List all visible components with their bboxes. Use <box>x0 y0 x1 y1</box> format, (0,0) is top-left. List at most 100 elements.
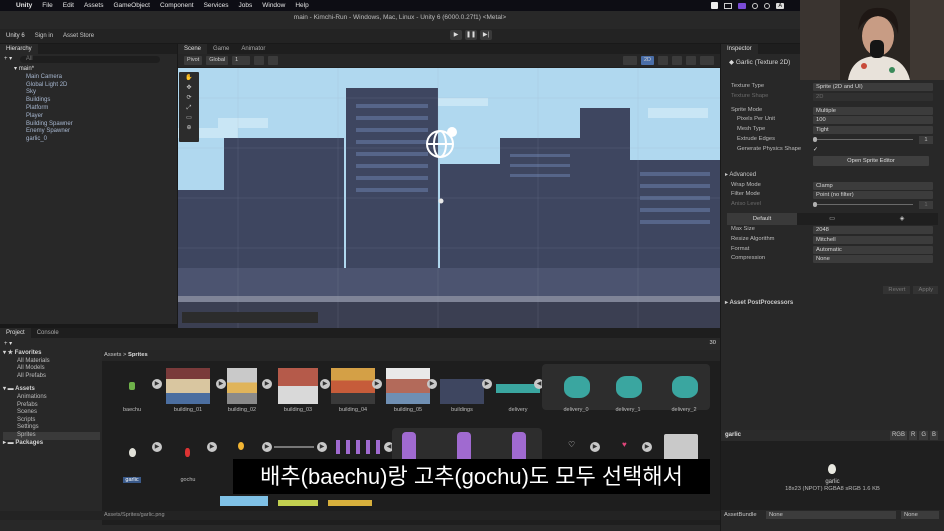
expand-arrow-icon[interactable]: ▶ <box>317 442 327 452</box>
audio-toggle[interactable] <box>672 56 682 65</box>
gizmos-toggle[interactable] <box>700 56 714 65</box>
menu-services[interactable]: Services <box>204 2 229 9</box>
asset-item[interactable]: delivery_2 <box>658 368 710 413</box>
postprocessors-foldout[interactable]: ▸ Asset PostProcessors <box>721 298 793 309</box>
rotate-tool-icon[interactable]: ⟳ <box>180 93 198 103</box>
rect-tool-icon[interactable]: ▭ <box>180 113 198 123</box>
hierarchy-item[interactable]: Main Camera <box>4 74 173 82</box>
menu-component[interactable]: Component <box>160 2 194 9</box>
account-button[interactable]: Unity 6 <box>6 33 25 39</box>
folder-item[interactable]: Scenes <box>3 409 100 417</box>
folder-item[interactable]: Settings <box>3 424 100 432</box>
favorite-item[interactable]: All Materials <box>3 358 100 366</box>
platform-thumb[interactable] <box>278 500 318 506</box>
assetbundle-dropdown[interactable]: None <box>766 511 896 519</box>
breadcrumb-assets[interactable]: Assets <box>104 352 121 358</box>
menu-edit[interactable]: Edit <box>63 2 74 9</box>
hierarchy-item[interactable]: Global Light 2D <box>4 82 173 90</box>
shading-mode[interactable] <box>622 56 637 65</box>
lighting-toggle[interactable] <box>658 56 668 65</box>
player-2-thumb[interactable] <box>512 432 526 460</box>
max-size-dropdown[interactable]: 2048 <box>813 225 933 234</box>
global-dropdown[interactable]: Global <box>206 56 229 65</box>
hierarchy-item[interactable]: Building Spawner <box>4 121 173 129</box>
menu-unity[interactable]: Unity <box>16 2 32 9</box>
ppu-input[interactable]: 100 <box>813 116 933 125</box>
folder-item-selected[interactable]: Sprites <box>3 431 100 440</box>
expand-arrow-icon[interactable]: ▶ <box>152 442 162 452</box>
hierarchy-search[interactable]: All <box>19 56 160 63</box>
platform-line-thumb[interactable] <box>274 446 314 448</box>
move-tool-icon[interactable]: ✥ <box>180 83 198 93</box>
tab-inspector[interactable]: Inspector <box>721 44 758 54</box>
channel-r[interactable]: R <box>908 431 918 440</box>
platform-standalone-icon[interactable]: ▭ <box>797 213 867 225</box>
folder-item[interactable]: Animations <box>3 394 100 402</box>
asset-item-selected[interactable]: garlic <box>106 438 158 483</box>
filter-mode-dropdown[interactable]: Point (no filter) <box>813 191 933 200</box>
menu-gameobject[interactable]: GameObject <box>113 2 150 9</box>
scene-viewport[interactable]: ✋ ✥ ⟳ ⤢ ▭ ⊕ <box>178 68 720 329</box>
play-button[interactable]: ▶ <box>450 30 462 40</box>
asset-store-button[interactable]: Asset Store <box>63 33 94 39</box>
fx-toggle[interactable] <box>686 56 696 65</box>
player-1-thumb[interactable] <box>457 432 471 460</box>
hierarchy-item[interactable]: Sky <box>4 89 173 97</box>
tab-animator[interactable]: Animator <box>235 44 271 54</box>
transform-tool-icon[interactable]: ⊕ <box>180 123 198 133</box>
logo-thumb[interactable] <box>328 500 372 506</box>
player-frames-thumb[interactable] <box>336 440 380 454</box>
extrude-value[interactable]: 1 <box>919 135 933 144</box>
sky-thumb[interactable] <box>220 496 268 506</box>
favorites-foldout[interactable]: ▾ ★ Favorites <box>3 350 100 358</box>
folder-item[interactable]: Scripts <box>3 417 100 425</box>
tab-game[interactable]: Game <box>207 44 235 54</box>
channel-g[interactable]: G <box>919 431 928 440</box>
texture-type-dropdown[interactable]: Sprite (2D and UI) <box>813 83 933 91</box>
tab-scene[interactable]: Scene <box>178 44 208 54</box>
expand-arrow-icon[interactable]: ▶ <box>372 379 382 389</box>
add-icon[interactable]: + ▾ <box>4 56 12 62</box>
platform-default-tab[interactable]: Default <box>727 212 797 225</box>
resize-dropdown[interactable]: Mitchell <box>813 235 933 244</box>
hierarchy-item[interactable]: garlic_0 <box>4 136 173 144</box>
asset-item[interactable]: building_03 <box>272 368 324 413</box>
expand-arrow-icon[interactable]: ▶ <box>642 442 652 452</box>
packages-foldout[interactable]: ▸ ▬ Packages <box>3 440 100 448</box>
expand-arrow-icon[interactable]: ▶ <box>590 442 600 452</box>
grid-snap-value[interactable]: 1 <box>232 56 251 65</box>
apply-button[interactable]: Apply <box>913 286 938 294</box>
create-icon[interactable]: + ▾ <box>4 341 12 347</box>
hierarchy-item[interactable]: Player <box>4 113 173 121</box>
asset-item[interactable]: building_02 <box>216 368 268 413</box>
asset-item[interactable]: baechu <box>106 368 158 413</box>
heart-thumb[interactable]: ♥ <box>622 440 627 449</box>
breadcrumb-sprites[interactable]: Sprites <box>128 352 148 358</box>
folder-thumb[interactable] <box>664 434 698 462</box>
record-icon[interactable] <box>711 2 719 9</box>
heart-outline-thumb[interactable]: ♡ <box>568 440 575 449</box>
expand-arrow-icon[interactable]: ▶ <box>482 379 492 389</box>
pause-button[interactable]: ❚❚ <box>465 30 477 40</box>
player-0-thumb[interactable] <box>402 432 416 460</box>
tab-console[interactable]: Console <box>31 328 65 338</box>
scale-tool-icon[interactable]: ⤢ <box>180 103 198 113</box>
expand-arrow-icon[interactable]: ▶ <box>152 379 162 389</box>
asset-item[interactable]: building_04 <box>327 368 379 413</box>
open-sprite-editor-button[interactable]: Open Sprite Editor <box>813 155 929 166</box>
hand-tool-icon[interactable]: ✋ <box>180 73 198 83</box>
asset-item[interactable]: building_05 <box>382 368 434 413</box>
menu-help[interactable]: Help <box>295 2 308 9</box>
assets-foldout[interactable]: ▾ ▬ Assets <box>3 386 100 394</box>
folder-item[interactable]: Prefabs <box>3 402 100 410</box>
menu-jobs[interactable]: Jobs <box>239 2 253 9</box>
platform-web-icon[interactable]: ◈ <box>867 213 937 225</box>
channel-b[interactable]: B <box>929 431 938 440</box>
step-button[interactable]: ▶| <box>480 30 492 40</box>
search-icon[interactable] <box>764 2 771 9</box>
mesh-type-dropdown[interactable]: Tight <box>813 126 933 135</box>
favorite-item[interactable]: All Models <box>3 365 100 373</box>
asset-item[interactable]: delivery <box>492 368 544 413</box>
channel-rgb[interactable]: RGB <box>889 431 907 440</box>
expand-arrow-icon[interactable]: ▶ <box>262 442 272 452</box>
